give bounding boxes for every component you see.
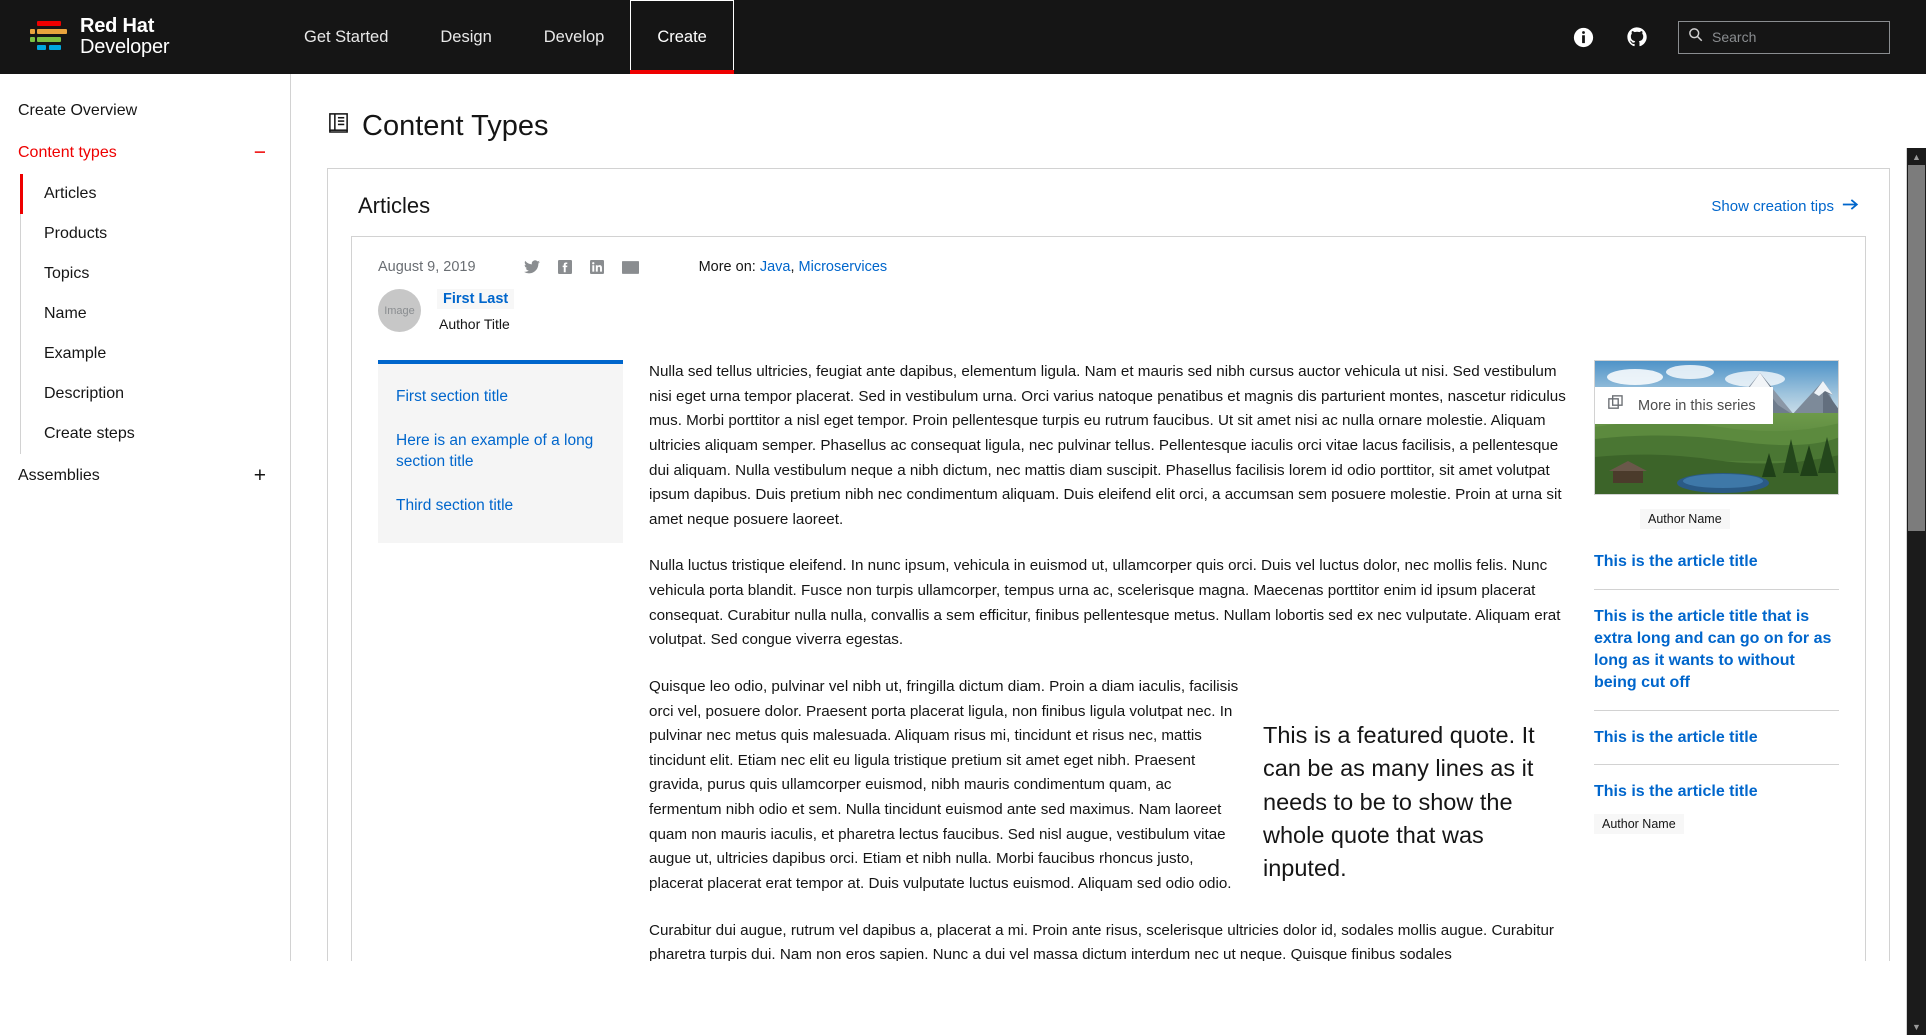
toc-column: First section title Here is an example o… [378, 360, 623, 961]
avatar: Image [378, 289, 421, 332]
main-nav: Get Started Design Develop Create [278, 0, 734, 74]
more-on-label: More on: [698, 259, 756, 275]
github-icon[interactable] [1624, 24, 1650, 50]
book-icon [327, 110, 350, 143]
article-preview-card: August 9, 2019 More on: Java, Microservi… [351, 236, 1866, 961]
series-top-author: Author Name [1640, 509, 1730, 529]
panel-title: Articles [358, 193, 431, 218]
scrollbar-track[interactable] [1907, 165, 1926, 1018]
series-article-title-3[interactable]: This is the article title [1594, 727, 1839, 749]
article-layout-grid: First section title Here is an example o… [378, 360, 1839, 961]
brand-line-1: Red Hat [80, 15, 155, 38]
app-root: Red Hat Developer Get Started Design Dev… [0, 0, 1926, 1035]
sidebar-item-products[interactable]: Products [20, 214, 290, 254]
header-actions [1570, 20, 1890, 54]
sidebar: Create Overview Content types − Articles… [0, 74, 291, 961]
scroll-down-arrow-icon[interactable]: ▼ [1907, 1018, 1926, 1035]
article-meta-row: August 9, 2019 More on: Java, Microservi… [378, 259, 1839, 275]
nav-item-get-started[interactable]: Get Started [278, 0, 414, 74]
page-body: Create Overview Content types − Articles… [0, 74, 1926, 1035]
mountain-landscape-image [1595, 361, 1838, 494]
series-badge-label: More in this series [1638, 397, 1756, 414]
list-item[interactable]: This is the article title [1594, 535, 1839, 590]
sidebar-group-assemblies[interactable]: Assemblies + [0, 454, 290, 497]
email-icon[interactable] [621, 260, 639, 274]
search-box[interactable] [1678, 20, 1890, 54]
author-name-link[interactable]: First Last [437, 289, 515, 309]
tag-java[interactable]: Java [760, 259, 791, 275]
sidebar-group-label: Content types [18, 143, 117, 161]
linkedin-icon[interactable] [589, 260, 604, 274]
logo[interactable]: Red Hat Developer [28, 16, 248, 57]
sidebar-item-description[interactable]: Description [20, 374, 290, 414]
sidebar-subitems: Articles Products Topics Name Example De… [20, 174, 290, 454]
copy-icon [1608, 395, 1625, 416]
nav-item-design[interactable]: Design [414, 0, 517, 74]
toc-link-3[interactable]: Third section title [396, 495, 603, 517]
tag-separator: , [790, 259, 795, 275]
collapse-minus-icon[interactable]: − [254, 142, 266, 163]
brand-text: Red Hat Developer [80, 15, 170, 58]
series-article-title-1[interactable]: This is the article title [1594, 551, 1839, 573]
social-share-group [523, 260, 639, 274]
quote-adjacent-paragraph: Quisque leo odio, pulvinar vel nibh ut, … [649, 675, 1239, 919]
more-on: More on: Java, Microservices [699, 259, 888, 275]
page-title-text: Content Types [362, 110, 549, 142]
list-item[interactable]: This is the article title that is extra … [1594, 590, 1839, 711]
author-title: Author Title [439, 316, 510, 332]
series-aside-column: More in this series Author Name This is … [1594, 360, 1839, 961]
scrollbar-thumb[interactable] [1908, 165, 1925, 531]
expand-plus-icon[interactable]: + [254, 465, 266, 486]
sidebar-item-create-overview[interactable]: Create Overview [0, 91, 290, 131]
featured-quote: This is a featured quote. It can be as m… [1263, 721, 1535, 882]
article-paragraph-2: Nulla luctus tristique eleifend. In nunc… [649, 557, 1561, 649]
main-content: Content Types Articles Show creation tip… [291, 74, 1926, 961]
site-header: Red Hat Developer Get Started Design Dev… [0, 0, 1926, 74]
articles-panel: Articles Show creation tips August 9, 20… [327, 168, 1890, 961]
page-scrollbar[interactable]: ▲ ▼ [1907, 148, 1926, 1035]
sidebar-item-topics[interactable]: Topics [20, 254, 290, 294]
arrow-right-icon [1842, 198, 1859, 215]
panel-header: Articles Show creation tips [328, 169, 1889, 236]
author-info: First Last Author Title [437, 289, 515, 332]
brand-line-2: Developer [80, 36, 170, 58]
author-block: Image First Last Author Title [378, 289, 1839, 332]
page-title: Content Types [327, 110, 1890, 143]
sidebar-item-example[interactable]: Example [20, 334, 290, 374]
list-item[interactable]: This is the article title Author Name [1594, 765, 1839, 850]
article-paragraph-4: Curabitur dui augue, rutrum vel dapibus … [649, 921, 1554, 962]
facebook-icon[interactable] [557, 260, 572, 274]
nav-item-create[interactable]: Create [630, 0, 734, 74]
toc-link-1[interactable]: First section title [396, 386, 603, 408]
show-creation-tips-link[interactable]: Show creation tips [1711, 198, 1859, 215]
more-in-this-series-badge[interactable]: More in this series [1595, 387, 1773, 424]
sidebar-item-name[interactable]: Name [20, 294, 290, 334]
nav-item-develop[interactable]: Develop [518, 0, 631, 74]
series-article-title-4[interactable]: This is the article title [1594, 781, 1839, 803]
search-icon [1688, 27, 1703, 47]
series-article-title-2[interactable]: This is the article title that is extra … [1594, 606, 1839, 694]
list-item[interactable]: This is the article title [1594, 711, 1839, 766]
article-date: August 9, 2019 [378, 259, 476, 275]
red-hat-logo-icon [28, 20, 70, 54]
toc-link-2[interactable]: Here is an example of a long section tit… [396, 430, 603, 473]
sidebar-group-label-assemblies: Assemblies [18, 466, 100, 484]
series-article-list: This is the article title This is the ar… [1594, 535, 1839, 850]
article-paragraph-1: Nulla sed tellus ultricies, feugiat ante… [649, 363, 1566, 528]
article-body-column: Nulla sed tellus ultricies, feugiat ante… [649, 360, 1568, 961]
sidebar-group-content-types[interactable]: Content types − [0, 131, 290, 174]
paragraph-with-quote: Quisque leo odio, pulvinar vel nibh ut, … [649, 675, 1568, 919]
twitter-icon[interactable] [523, 260, 540, 274]
search-input[interactable] [1710, 28, 1880, 46]
sidebar-item-create-steps[interactable]: Create steps [20, 414, 290, 454]
article-paragraph-3: Quisque leo odio, pulvinar vel nibh ut, … [649, 677, 1239, 892]
tag-microservices[interactable]: Microservices [799, 259, 888, 275]
table-of-contents: First section title Here is an example o… [378, 360, 623, 543]
series-hero-image[interactable]: More in this series [1594, 360, 1839, 495]
sidebar-item-articles[interactable]: Articles [20, 174, 290, 214]
info-circle-icon[interactable] [1570, 24, 1596, 50]
series-article-author-4: Author Name [1594, 814, 1684, 835]
tips-label: Show creation tips [1711, 197, 1834, 215]
scroll-up-arrow-icon[interactable]: ▲ [1907, 148, 1926, 165]
